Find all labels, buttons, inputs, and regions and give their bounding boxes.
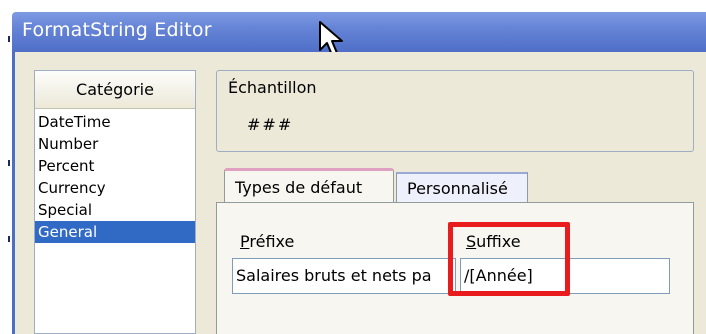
prefix-field[interactable]: Salaires bruts et nets pa	[232, 258, 456, 294]
category-item-datetime[interactable]: DateTime	[35, 111, 195, 133]
category-item-percent[interactable]: Percent	[35, 155, 195, 177]
edge-mark	[8, 160, 10, 166]
edge-mark	[8, 236, 10, 242]
category-item-number[interactable]: Number	[35, 133, 195, 155]
category-item-currency[interactable]: Currency	[35, 177, 195, 199]
tab-custom[interactable]: Personnalisé	[396, 172, 528, 202]
background-window-edge	[0, 0, 12, 334]
tab-default-types[interactable]: Types de défaut	[224, 168, 394, 202]
edge-mark	[8, 36, 10, 42]
category-item-special[interactable]: Special	[35, 199, 195, 221]
sample-value: ###	[247, 115, 294, 134]
sample-panel: Échantillon ###	[216, 70, 694, 152]
category-item-general[interactable]: General	[35, 221, 195, 243]
prefix-label: Préfixe	[240, 232, 295, 251]
category-header: Catégorie	[35, 71, 195, 109]
category-panel: Catégorie DateTime Number Percent Curren…	[34, 70, 196, 334]
sample-label: Échantillon	[228, 78, 317, 97]
window-title: FormatString Editor	[22, 19, 212, 41]
category-list: DateTime Number Percent Currency Special…	[35, 109, 195, 243]
title-bar[interactable]: FormatString Editor	[12, 12, 706, 52]
suffix-highlight-box	[448, 222, 570, 296]
